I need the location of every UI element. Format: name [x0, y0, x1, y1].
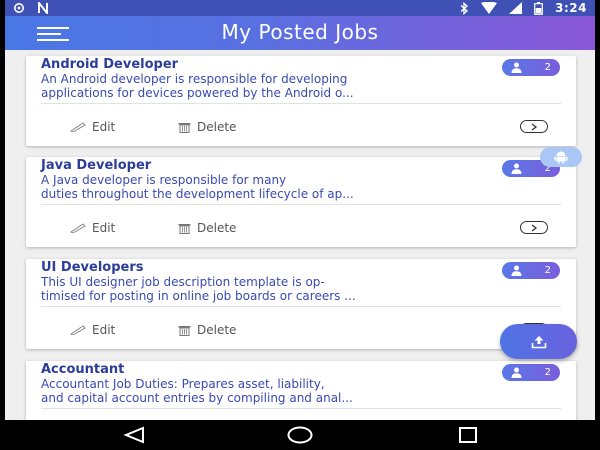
n-notification-icon [38, 2, 48, 14]
job-description: An Android developer is responsible for … [41, 72, 501, 100]
status-time: 3:24 [555, 1, 587, 15]
recents-icon[interactable] [458, 426, 478, 444]
job-description: Accountant Job Duties: Prepares asset, l… [41, 377, 501, 405]
settings-icon [14, 3, 24, 13]
job-card[interactable]: Accountant Accountant Job Duties: Prepar… [26, 361, 576, 420]
pencil-icon [70, 325, 86, 335]
job-title: Android Developer [41, 57, 179, 72]
trash-icon [178, 122, 191, 133]
pencil-icon [70, 122, 86, 132]
battery-icon [534, 1, 544, 15]
app-bar: My Posted Jobs [5, 16, 595, 50]
bluetooth-icon [460, 1, 469, 15]
status-bar: 3:24 [5, 0, 595, 16]
divider [41, 204, 561, 205]
delete-button[interactable]: Delete [178, 221, 236, 235]
home-icon[interactable] [287, 426, 313, 444]
applicants-badge[interactable]: 2 [502, 262, 560, 279]
upload-icon [531, 335, 546, 348]
job-description-line: timised for posting in online job boards… [41, 289, 356, 303]
edit-label: Edit [92, 221, 116, 235]
pencil-icon [70, 223, 86, 233]
chevron-right-icon [531, 122, 537, 131]
edit-label: Edit [92, 120, 116, 134]
job-description-line: applications for devices powered by the … [41, 86, 354, 100]
trash-icon [178, 325, 191, 336]
edit-button[interactable]: Edit [70, 323, 115, 337]
applicants-badge[interactable]: 2 [502, 364, 560, 381]
applicants-badge[interactable]: 2 [502, 59, 560, 76]
job-description-line: A Java developer is responsible for many [41, 173, 287, 187]
divider [41, 306, 561, 307]
applicants-count: 2 [544, 62, 551, 73]
applicants-count: 2 [544, 265, 551, 276]
chevron-right-icon [531, 223, 537, 232]
job-card[interactable]: UI Developers This UI designer job descr… [26, 259, 576, 349]
edit-button[interactable]: Edit [70, 221, 115, 235]
person-icon [511, 62, 522, 73]
job-description-line: An Android developer is responsible for … [41, 72, 348, 86]
delete-label: Delete [197, 323, 237, 337]
page-title: My Posted Jobs [221, 20, 379, 44]
back-icon[interactable] [123, 426, 145, 444]
delete-label: Delete [197, 221, 237, 235]
job-description: This UI designer job description templat… [41, 275, 501, 303]
android-debug-bubble[interactable] [540, 147, 582, 167]
view-details-button[interactable] [520, 221, 548, 234]
job-description: A Java developer is responsible for many… [41, 173, 501, 201]
view-details-button[interactable] [520, 120, 548, 133]
job-title: Java Developer [41, 158, 152, 173]
divider [41, 408, 561, 409]
job-card[interactable]: Java Developer A Java developer is respo… [26, 157, 576, 247]
person-icon [511, 163, 522, 174]
person-icon [511, 265, 522, 276]
job-description-line: This UI designer job description templat… [41, 275, 325, 289]
edit-button[interactable]: Edit [70, 120, 115, 134]
job-description-line: duties throughout the development lifecy… [41, 187, 354, 201]
device-frame: 3:24 My Posted Jobs Android Developer An… [0, 0, 600, 450]
person-icon [511, 367, 522, 378]
applicants-count: 2 [544, 367, 551, 378]
signal-icon [509, 2, 523, 14]
android-icon [554, 151, 568, 164]
trash-icon [178, 223, 191, 234]
job-title: UI Developers [41, 260, 144, 275]
navigation-bar [0, 420, 600, 450]
delete-button[interactable]: Delete [178, 323, 236, 337]
job-description-line: Accountant Job Duties: Prepares asset, l… [41, 377, 325, 391]
screen: 3:24 My Posted Jobs Android Developer An… [5, 0, 595, 450]
upload-job-fab[interactable] [500, 324, 577, 359]
delete-label: Delete [197, 120, 237, 134]
job-title: Accountant [41, 362, 125, 377]
job-card[interactable]: Android Developer An Android developer i… [26, 56, 576, 146]
wifi-icon [481, 2, 498, 14]
job-list[interactable]: Android Developer An Android developer i… [5, 50, 595, 420]
edit-label: Edit [92, 323, 116, 337]
divider [41, 103, 561, 104]
job-description-line: and capital account entries by compiling… [41, 391, 353, 405]
delete-button[interactable]: Delete [178, 120, 236, 134]
